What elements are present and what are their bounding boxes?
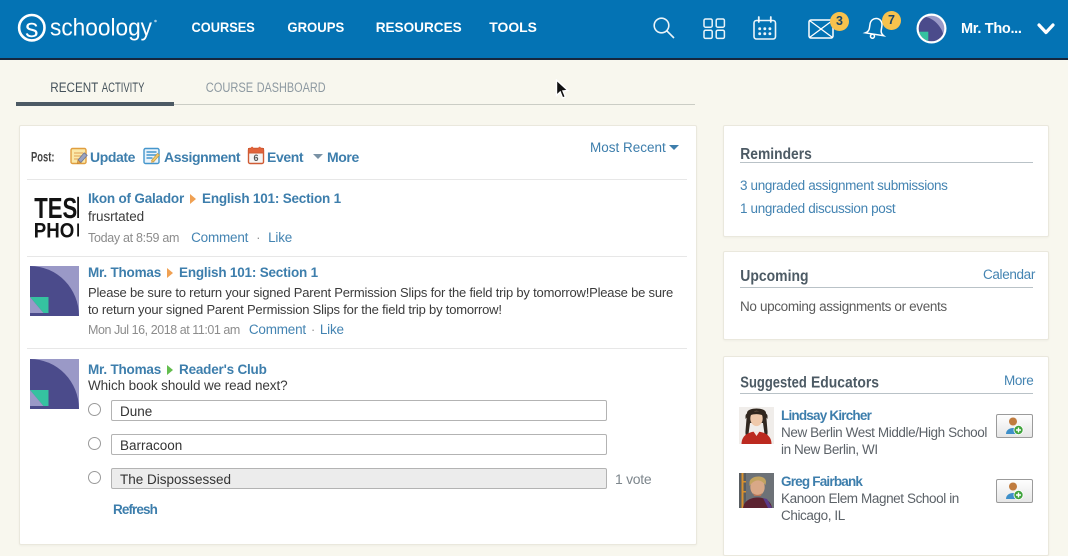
svg-text:6: 6 <box>253 153 258 163</box>
svg-text:DASHBOARD: DASHBOARD <box>257 80 326 95</box>
svg-text:Upcoming: Upcoming <box>740 268 808 285</box>
svg-text:Post:: Post: <box>31 150 55 165</box>
svg-text:PHO: PHO <box>34 219 75 242</box>
svg-text:COURSE: COURSE <box>206 80 254 95</box>
svg-text:Educators: Educators <box>811 374 879 391</box>
svg-text:schoology: schoology <box>50 15 152 42</box>
svg-text:GROUPS: GROUPS <box>287 19 344 35</box>
svg-text:s: s <box>25 13 39 43</box>
svg-text:Reminders: Reminders <box>740 146 812 163</box>
svg-text:RECENT: RECENT <box>50 80 98 95</box>
svg-text:RESOURCES: RESOURCES <box>376 19 462 35</box>
svg-text:ACTIVITY: ACTIVITY <box>102 80 145 95</box>
svg-text:TOOLS: TOOLS <box>489 19 537 35</box>
svg-text:COURSES: COURSES <box>192 19 255 35</box>
svg-text:Suggested: Suggested <box>740 374 807 391</box>
